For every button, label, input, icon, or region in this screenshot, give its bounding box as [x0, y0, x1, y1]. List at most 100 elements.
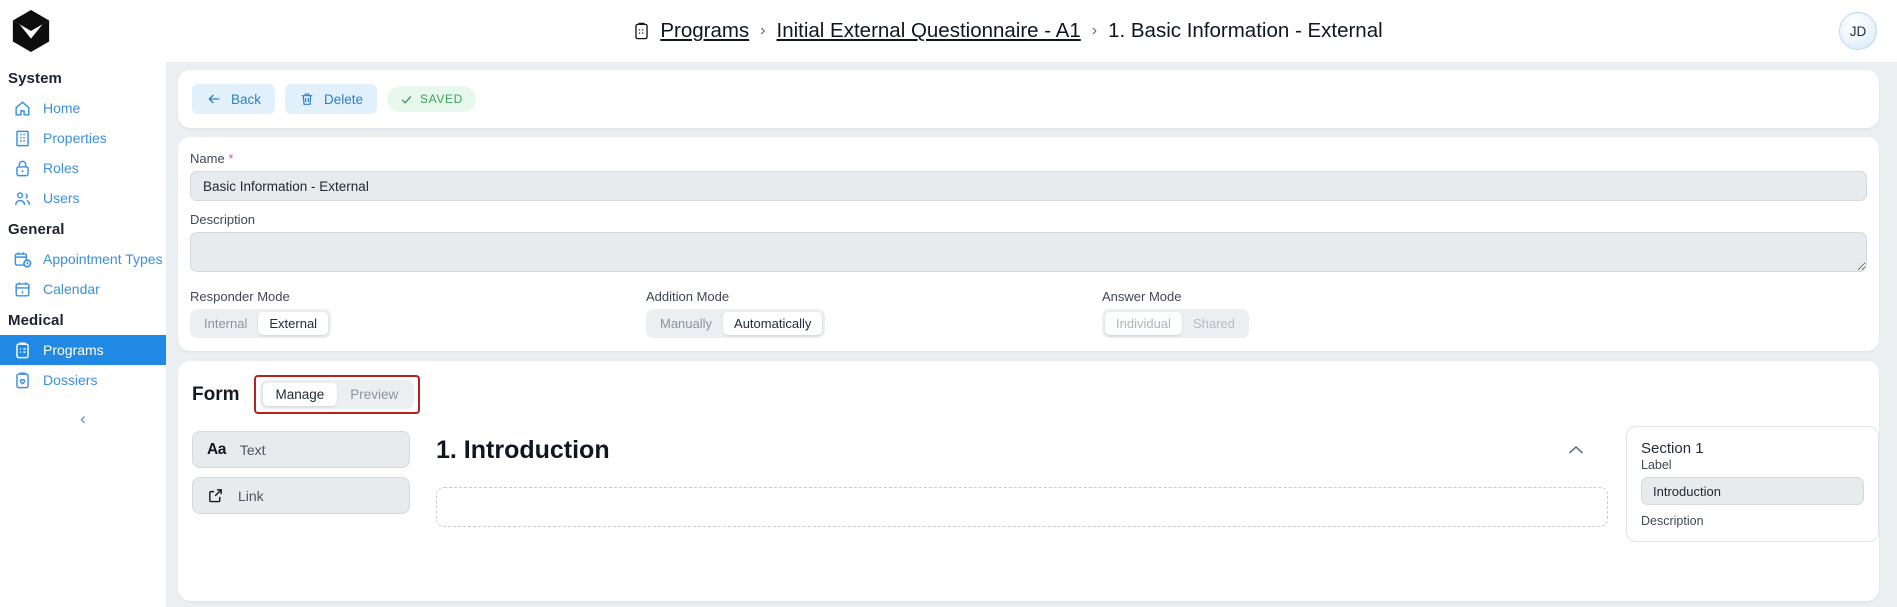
arrow-left-icon: [208, 94, 220, 104]
sidebar-item-label: Users: [43, 190, 80, 206]
inspector-description-caption: Description: [1641, 514, 1704, 528]
responder-mode-group: Responder Mode Internal External: [190, 289, 646, 338]
form-view-tabs[interactable]: Manage Preview: [259, 380, 415, 409]
hexagon-logo-icon: [12, 10, 50, 52]
page-title: Form: [192, 383, 240, 405]
delete-button-label: Delete: [324, 91, 364, 107]
form-canvas: 1. Introduction: [410, 424, 1608, 542]
answer-mode-option-shared: Shared: [1192, 316, 1235, 331]
clipboard-icon: [635, 22, 649, 39]
app-root: System Home Properties Roles Users Gener…: [0, 0, 1897, 607]
sidebar-item-programs[interactable]: Programs: [0, 335, 166, 365]
addition-mode-segmented[interactable]: Manually Automatically: [646, 309, 826, 338]
inspector-title: Section 1: [1641, 440, 1704, 457]
answer-mode-segmented: Individual Shared: [1102, 309, 1249, 338]
nav-group-title-medical: Medical: [8, 312, 64, 329]
responder-mode-segmented[interactable]: Internal External: [190, 309, 332, 338]
clipboard-list-icon: [16, 342, 29, 358]
sidebar-item-roles[interactable]: Roles: [0, 153, 166, 183]
back-button[interactable]: Back: [192, 84, 276, 114]
element-palette: Aa Text Link: [192, 424, 410, 542]
tabs-highlight-annotation: Manage Preview: [253, 375, 421, 414]
inspector-label-input[interactable]: [1641, 477, 1864, 505]
chevron-left-icon: ‹: [80, 409, 86, 428]
section-dropzone[interactable]: [436, 487, 1608, 527]
details-form: Name * Description Responder Mode Intern…: [178, 137, 1879, 351]
addition-mode-label: Addition Mode: [646, 289, 730, 304]
breadcrumb: Programs › Initial External Questionnair…: [632, 19, 1383, 43]
section-header: 1. Introduction: [436, 436, 1608, 465]
description-field-label: Description: [190, 212, 256, 227]
sidebar-item-dossiers[interactable]: Dossiers: [0, 365, 166, 395]
check-icon: [401, 95, 412, 104]
breadcrumb-separator: ›: [760, 22, 766, 39]
chevron-up-icon[interactable]: [1568, 442, 1608, 459]
sidebar-collapse-button[interactable]: ‹: [0, 401, 166, 437]
sidebar-item-label: Properties: [43, 130, 107, 146]
addition-mode-group: Addition Mode Manually Automatically: [646, 289, 1102, 338]
status-badge-saved: SAVED: [387, 86, 476, 112]
text-aa-icon: Aa: [207, 440, 226, 458]
users-icon: [15, 191, 31, 205]
answer-mode-option-individual: Individual: [1105, 312, 1182, 335]
trash-icon: [301, 93, 313, 105]
sidebar-item-label: Calendar: [43, 281, 100, 297]
addition-mode-option-manually[interactable]: Manually: [649, 312, 723, 335]
avatar-initials: JD: [1849, 23, 1867, 39]
name-field-label: Name *: [190, 151, 1867, 166]
palette-item-text[interactable]: Aa Text: [192, 431, 410, 468]
breadcrumb-separator: ›: [1091, 22, 1098, 39]
required-asterisk: *: [228, 151, 234, 166]
avatar[interactable]: JD: [1839, 12, 1877, 50]
sidebar-item-label: Programs: [43, 342, 104, 358]
content-scroll: Back Delete SAVED Name * Descriptio: [166, 62, 1897, 607]
section-inspector: Section 1 Label Description: [1626, 426, 1879, 542]
calendar-clock-icon: [14, 251, 32, 267]
form-builder: Form Manage Preview Aa Text Link 1. Intr…: [178, 361, 1879, 601]
name-input[interactable]: [190, 171, 1867, 201]
breadcrumb-item-programs[interactable]: Programs: [660, 19, 749, 43]
breadcrumb-item-current: 1. Basic Information - External: [1108, 19, 1383, 42]
delete-button[interactable]: Delete: [285, 84, 378, 114]
answer-mode-group: Answer Mode Individual Shared: [1102, 289, 1558, 338]
palette-item-label: Link: [238, 487, 264, 504]
breadcrumb-item-questionnaire[interactable]: Initial External Questionnaire - A1: [777, 19, 1081, 43]
sidebar-item-properties[interactable]: Properties: [0, 123, 166, 153]
form-builder-body: Aa Text Link 1. Introduction Section 1 L…: [178, 424, 1879, 542]
sidebar-item-calendar[interactable]: Calendar: [0, 274, 166, 304]
nav-group-title-general: General: [8, 221, 65, 238]
mode-toggles-row: Responder Mode Internal External Additio…: [190, 289, 1867, 338]
sidebar-item-home[interactable]: Home: [0, 93, 166, 123]
description-input[interactable]: [190, 232, 1867, 272]
chevron-up-glyph: [1568, 445, 1584, 454]
sidebar-item-label: Roles: [43, 160, 79, 176]
app-logo[interactable]: [0, 0, 166, 62]
tab-preview[interactable]: Preview: [337, 383, 411, 406]
action-toolbar: Back Delete SAVED: [178, 70, 1879, 128]
responder-mode-option-external[interactable]: External: [258, 312, 329, 335]
calendar-icon: [15, 281, 30, 297]
clipboard-heart-icon: [16, 372, 29, 388]
lock-icon: [16, 160, 29, 176]
back-button-label: Back: [231, 91, 262, 107]
topbar: Programs › Initial External Questionnair…: [166, 0, 1897, 62]
sidebar-item-label: Dossiers: [43, 372, 98, 388]
external-link-icon: [209, 489, 222, 503]
section-heading: 1. Introduction: [436, 436, 610, 464]
responder-mode-option-internal[interactable]: Internal: [193, 312, 258, 335]
sidebar-item-users[interactable]: Users: [0, 183, 166, 213]
sidebar-item-label: Home: [43, 100, 81, 116]
tab-manage[interactable]: Manage: [262, 383, 338, 406]
building-icon: [16, 130, 29, 146]
sidebar: System Home Properties Roles Users Gener…: [0, 0, 166, 607]
sidebar-item-appointment-types[interactable]: Appointment Types: [0, 244, 166, 274]
name-label-text: Name: [190, 151, 225, 166]
nav-group-title-system: System: [8, 70, 62, 87]
inspector-label-caption: Label: [1641, 458, 1672, 472]
main-area: Programs › Initial External Questionnair…: [166, 0, 1897, 607]
addition-mode-option-automatically[interactable]: Automatically: [723, 312, 823, 335]
status-badge-label: SAVED: [420, 92, 463, 106]
home-icon: [15, 100, 30, 116]
palette-item-label: Text: [239, 441, 266, 458]
palette-item-link[interactable]: Link: [192, 477, 410, 514]
